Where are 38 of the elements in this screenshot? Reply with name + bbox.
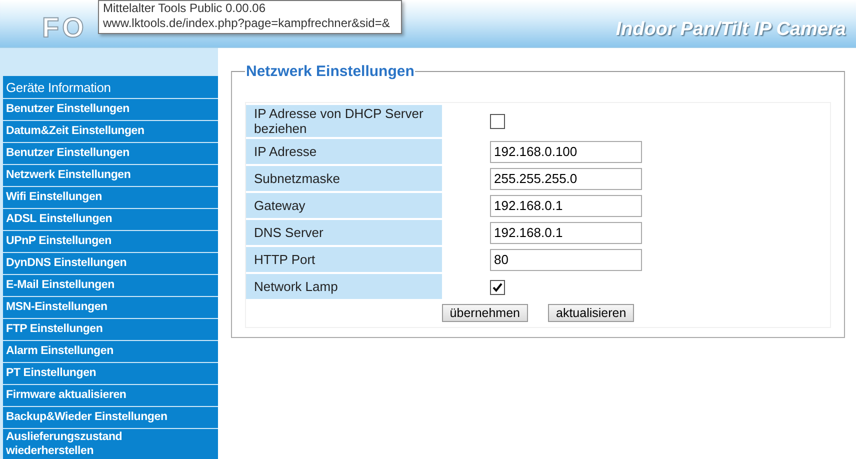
input-field[interactable]: 255.255.255.0 [490,168,642,190]
sidebar-item[interactable]: PT Einstellungen [3,363,218,384]
field-label: Network Lamp [246,274,442,299]
sidebar-item[interactable]: ADSL Einstellungen [3,209,218,230]
sidebar-item[interactable]: E-Mail Einstellungen [3,275,218,296]
logo: FO [42,12,87,44]
field-label: Gateway [246,193,442,218]
product-title: Indoor Pan/Tilt IP Camera [616,19,846,41]
field-label: Subnetzmaske [246,166,442,191]
field-label: IP Adresse von DHCP Server beziehen [246,105,442,137]
field-label: HTTP Port [246,247,442,272]
input-field[interactable]: 192.168.0.1 [490,222,642,244]
form-button[interactable]: übernehmen [442,304,528,322]
tooltip-text: Mittelalter Tools Public 0.00.06 [103,1,267,16]
checkbox[interactable] [490,114,505,130]
field-label: IP Adresse [246,139,442,164]
sidebar-item[interactable]: FTP Einstellungen [3,319,218,340]
sidebar-item[interactable]: Datum&Zeit Einstellungen [3,121,218,142]
checkbox[interactable] [490,280,505,295]
sidebar-item[interactable]: Alarm Einstellungen [3,341,218,362]
sidebar-item[interactable]: Backup&Wieder Einstellungen [3,407,218,428]
form-button[interactable]: aktualisieren [548,304,634,322]
sidebar-item[interactable]: Benutzer Einstellungen [3,99,218,120]
sidebar-item[interactable]: Wifi Einstellungen [3,187,218,208]
sidebar-item[interactable]: DynDNS Einstellungen [3,253,218,274]
sidebar-item[interactable]: UPnP Einstellungen [3,231,218,252]
panel-title: Netzwerk Einstellungen [245,63,416,80]
sidebar-item[interactable]: Netzwerk Einstellungen [3,165,218,186]
input-field[interactable]: 192.168.0.1 [490,194,642,216]
sidebar-item[interactable]: MSN-Einstellungen [3,297,218,318]
sidebar-item[interactable]: Firmware aktualisieren [3,385,218,406]
sidebar-item[interactable]: Benutzer Einstellungen [3,143,218,164]
tooltip-text: www.lktools.de/index.php?page=kampfrechner&sid=& [103,16,391,31]
input-field[interactable]: 192.168.0.100 [490,140,642,162]
sidebar-heading[interactable]: Geräte Information [3,76,218,98]
field-label: DNS Server [246,220,442,245]
input-field[interactable]: 80 [490,248,642,270]
sidebar-item[interactable]: Auslieferungszustand wiederherstellen [3,429,218,459]
